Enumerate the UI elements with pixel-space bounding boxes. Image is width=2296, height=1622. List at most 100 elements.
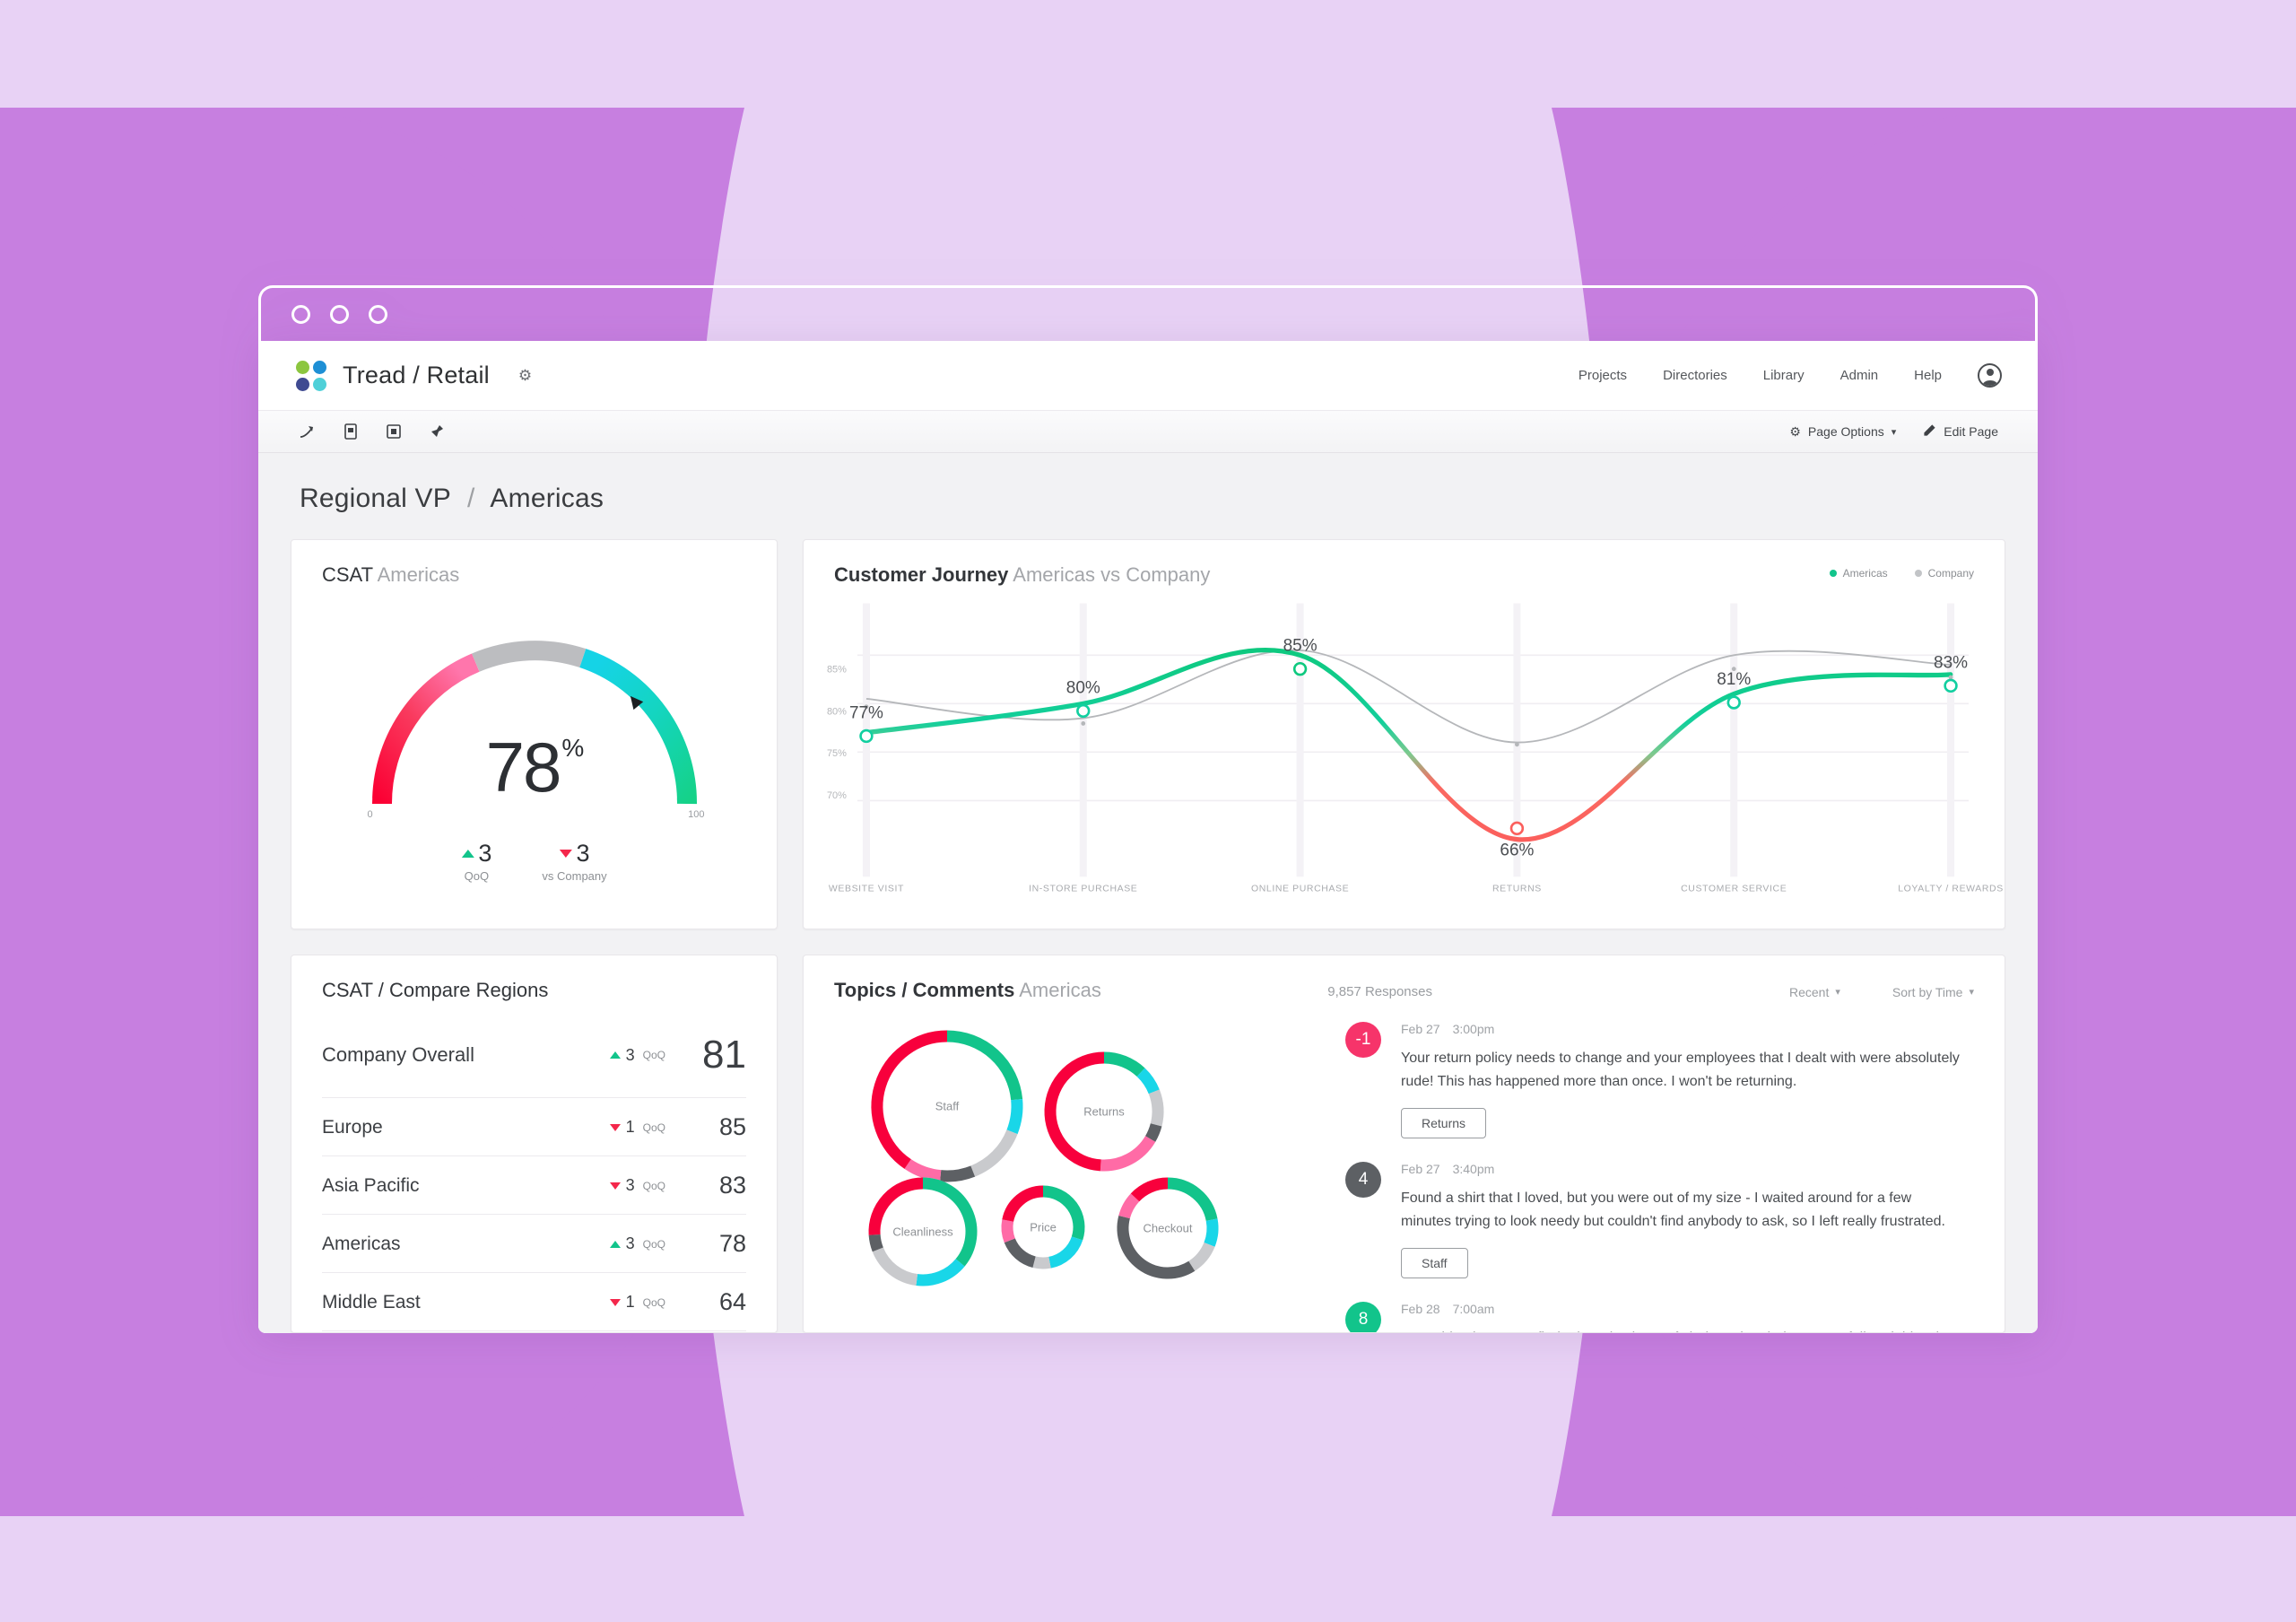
brand[interactable]: Tread / Retail ⚙ xyxy=(296,360,532,391)
region-score: 81 xyxy=(702,1033,746,1077)
region-delta-label: QoQ xyxy=(642,1121,665,1134)
svg-text:70%: 70% xyxy=(827,790,847,801)
region-name: Americas xyxy=(322,1233,401,1254)
share-arrow-icon[interactable] xyxy=(298,422,317,441)
breadcrumb-current: Americas xyxy=(490,484,604,513)
bubble-label-staff[interactable]: Staff xyxy=(935,1100,960,1113)
nav-item-help[interactable]: Help xyxy=(1914,368,1942,383)
comment-text: Your return policy needs to change and y… xyxy=(1401,1051,1960,1089)
topics-header: Topics / Comments Americas 9,857 Respons… xyxy=(804,955,2005,1002)
csat-delta-company-label: vs Company xyxy=(542,869,607,883)
region-delta: 1 QoQ xyxy=(609,1118,665,1137)
nav-item-projects[interactable]: Projects xyxy=(1578,368,1627,383)
comment-timestamp: Feb 27 3:00pm xyxy=(1401,1022,1965,1036)
dashboard-grid: CSAT Americas 78 % 0 100 3 QoQ 3 vs Comp… xyxy=(291,539,2005,1333)
region-score: 64 xyxy=(718,1288,746,1315)
sort-by-label: Sort by Time xyxy=(1892,984,1963,999)
nav-item-admin[interactable]: Admin xyxy=(1840,368,1879,383)
svg-text:ONLINE PURCHASE: ONLINE PURCHASE xyxy=(1251,884,1349,894)
comments-list: -1 Feb 27 3:00pm Your return policy needs t… xyxy=(1342,1002,2005,1332)
csat-gauge-unit: % xyxy=(561,734,584,762)
topics-comments-card: Topics / Comments Americas 9,857 Respons… xyxy=(803,955,2005,1333)
page-toolbar: ⚙ Page Options ▾ Edit Page xyxy=(258,411,2038,453)
legend-dot-americas xyxy=(1829,570,1837,577)
edit-page-label: Edit Page xyxy=(1944,424,1998,439)
region-row[interactable]: Asia Pacific 3 QoQ 83 xyxy=(322,1156,746,1215)
region-row-overall[interactable]: Company Overall 3 QoQ 81 xyxy=(322,1009,746,1098)
topics-title-main: Topics xyxy=(834,979,897,1001)
region-score: 83 xyxy=(718,1172,746,1199)
region-delta-label: QoQ xyxy=(642,1049,665,1061)
journey-subtitle: Americas vs Company xyxy=(1013,563,1211,586)
comment-tag-button[interactable]: Returns xyxy=(1401,1107,1487,1138)
topics-title-second: Comments xyxy=(912,979,1015,1001)
recent-filter-dropdown[interactable]: Recent ▾ xyxy=(1789,985,1840,999)
csat-gauge-min-label: 0 xyxy=(367,809,373,820)
breadcrumb-separator: / xyxy=(466,484,475,513)
region-delta-value: 3 xyxy=(625,1045,635,1064)
trend-up-icon xyxy=(461,850,474,858)
page-options-button[interactable]: ⚙ Page Options ▾ xyxy=(1789,424,1896,440)
app-shell: Tread / Retail ⚙ Projects Directories Li… xyxy=(258,341,2038,1333)
csat-gauge-title-main: CSAT xyxy=(322,563,373,586)
sort-by-dropdown[interactable]: Sort by Time ▾ xyxy=(1892,985,1974,999)
journey-title-main: Customer Journey xyxy=(834,563,1009,586)
comment-date: Feb 27 xyxy=(1401,1022,1440,1036)
comment-text: Found a shirt that I loved, but you were… xyxy=(1401,1190,1945,1229)
window-maximize-dot[interactable] xyxy=(369,305,387,324)
legend-dot-company xyxy=(1914,570,1922,577)
bubble-label-price[interactable]: Price xyxy=(1030,1221,1057,1234)
journey-title: Customer Journey Americas vs Company xyxy=(804,540,2005,587)
region-delta-value: 1 xyxy=(625,1118,635,1136)
dashboard-icon[interactable] xyxy=(384,422,404,441)
gear-icon: ⚙ xyxy=(1789,423,1801,439)
window-minimize-dot[interactable] xyxy=(330,305,349,324)
svg-text:85%: 85% xyxy=(1283,637,1318,656)
region-row[interactable]: Middle East 1 QoQ 64 xyxy=(322,1273,746,1331)
compare-regions-title-sub: Compare Regions xyxy=(389,979,549,1001)
region-delta-value: 3 xyxy=(625,1234,635,1252)
svg-text:LOYALTY / REWARDS: LOYALTY / REWARDS xyxy=(1898,884,2004,894)
region-row[interactable]: Europe 1 QoQ 85 xyxy=(322,1098,746,1156)
comment-tag-button[interactable]: Staff xyxy=(1401,1247,1468,1278)
comment-score-badge: 8 xyxy=(1345,1301,1381,1332)
trend-down-icon xyxy=(609,1123,621,1131)
csat-gauge-title: CSAT Americas xyxy=(291,540,777,587)
csat-delta-company: 3 vs Company xyxy=(542,840,606,883)
csat-delta-qoq-label: QoQ xyxy=(464,869,490,883)
legend-item-company[interactable]: Company xyxy=(1914,567,1974,580)
region-score: 78 xyxy=(718,1230,746,1257)
csat-gauge-deltas: 3 QoQ 3 vs Company xyxy=(461,840,607,883)
responses-count: 9,857 Responses xyxy=(1327,984,1432,999)
svg-text:83%: 83% xyxy=(1934,653,1968,672)
region-row[interactable]: Americas 3 QoQ 78 xyxy=(322,1215,746,1273)
region-rows: Europe 1 QoQ 85 Asia Pacific 3 QoQ 83 Americas 3 Q… xyxy=(322,1098,746,1331)
comment-item: 8 Feb 28 7:00am Everything is easy to find.… xyxy=(1345,1301,1965,1332)
svg-text:CUSTOMER SERVICE: CUSTOMER SERVICE xyxy=(1681,884,1787,894)
gear-icon[interactable]: ⚙ xyxy=(518,368,532,383)
window-close-dot[interactable] xyxy=(291,305,310,324)
pin-icon[interactable] xyxy=(427,422,447,441)
csat-gauge-value-group: 78 % xyxy=(486,727,585,808)
document-icon[interactable] xyxy=(341,422,361,441)
bubble-label-returns[interactable]: Returns xyxy=(1083,1105,1125,1119)
legend-item-americas[interactable]: Americas xyxy=(1829,567,1888,580)
nav-item-directories[interactable]: Directories xyxy=(1663,368,1727,383)
bubble-label-cleanliness[interactable]: Cleanliness xyxy=(892,1225,952,1239)
region-name: Europe xyxy=(322,1116,383,1138)
region-delta: 3 QoQ xyxy=(609,1176,665,1195)
bubble-label-checkout[interactable]: Checkout xyxy=(1144,1222,1193,1235)
svg-text:85%: 85% xyxy=(827,665,847,676)
edit-page-button[interactable]: Edit Page xyxy=(1923,423,1998,440)
user-avatar-icon[interactable] xyxy=(1978,363,2002,388)
nav-item-library[interactable]: Library xyxy=(1763,368,1805,383)
legend-label-company: Company xyxy=(1927,567,1974,580)
journey-plot: 70% 75% 80% 85% 77% 80% 85% 66% 81% 83% WEBSITE VI… xyxy=(804,587,2005,929)
region-delta: 3 QoQ xyxy=(609,1045,665,1065)
region-delta: 3 QoQ xyxy=(609,1234,665,1253)
csat-gauge-max-label: 100 xyxy=(688,809,705,820)
breadcrumb-root[interactable]: Regional VP xyxy=(300,484,450,513)
region-delta-label: QoQ xyxy=(642,1237,665,1251)
comment-time: 7:00am xyxy=(1452,1301,1495,1316)
pencil-icon xyxy=(1923,423,1936,440)
